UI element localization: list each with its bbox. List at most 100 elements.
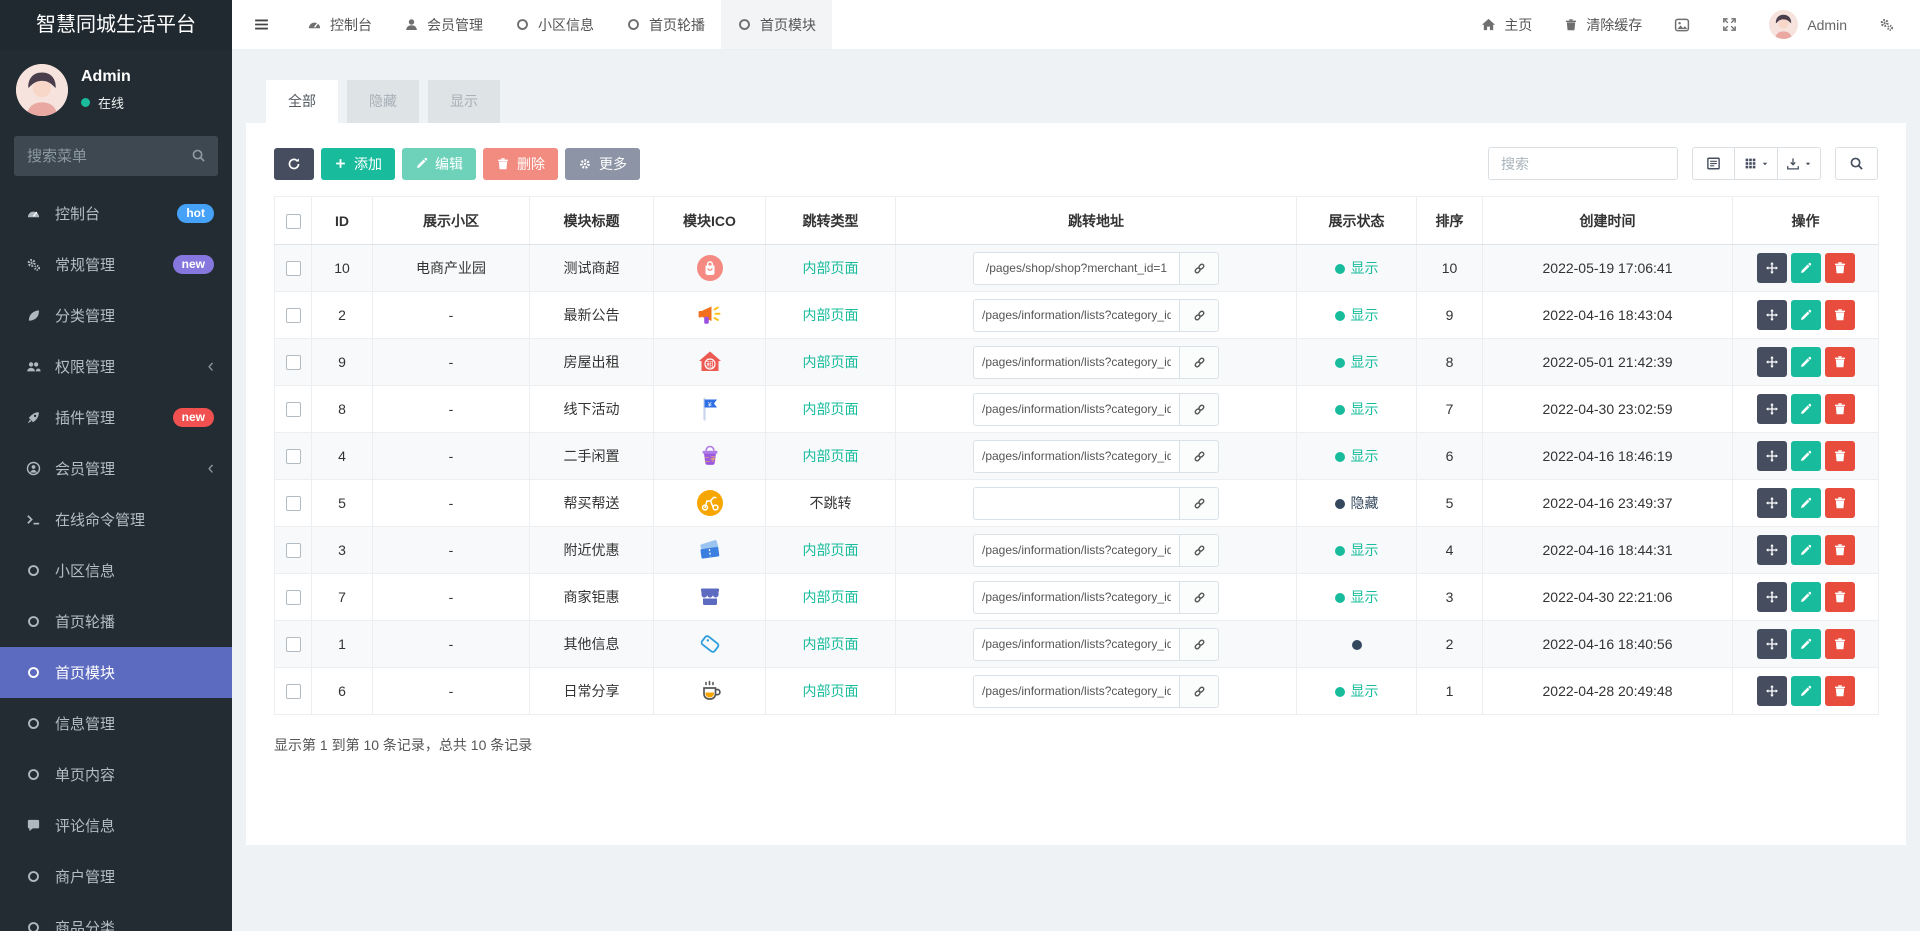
link-button[interactable] xyxy=(1179,392,1219,426)
row-delete-button[interactable] xyxy=(1824,629,1855,659)
sidebar-item[interactable]: 首页模块 xyxy=(0,647,232,698)
sidebar-item[interactable]: 单页内容 xyxy=(0,749,232,800)
column-header[interactable]: 模块标题 xyxy=(529,196,654,245)
move-button[interactable] xyxy=(1756,253,1787,283)
status-badge[interactable]: 隐藏 xyxy=(1334,495,1379,511)
link-button[interactable] xyxy=(1179,298,1219,332)
sidebar-item[interactable]: 控制台 hot xyxy=(0,188,232,239)
status-badge[interactable]: 显示 xyxy=(1334,307,1379,323)
topbar-user-menu[interactable]: Admin xyxy=(1753,0,1863,49)
link-button[interactable] xyxy=(1179,580,1219,614)
column-header[interactable]: 操作 xyxy=(1732,196,1879,245)
sidebar-item[interactable]: 常规管理 new xyxy=(0,239,232,290)
delete-button[interactable]: 删除 xyxy=(483,147,558,180)
link-button[interactable] xyxy=(1179,533,1219,567)
row-delete-button[interactable] xyxy=(1824,253,1855,283)
row-checkbox[interactable] xyxy=(285,543,301,559)
move-button[interactable] xyxy=(1756,300,1787,330)
status-badge[interactable]: 显示 xyxy=(1334,542,1379,558)
sidebar-item[interactable]: 评论信息 xyxy=(0,800,232,851)
column-header[interactable]: 排序 xyxy=(1416,196,1483,245)
language-button[interactable] xyxy=(1658,0,1706,49)
column-header[interactable]: 创建时间 xyxy=(1482,196,1733,245)
move-button[interactable] xyxy=(1756,488,1787,518)
filter-tab[interactable]: 显示 xyxy=(428,80,500,123)
row-edit-button[interactable] xyxy=(1790,629,1821,659)
row-delete-button[interactable] xyxy=(1824,535,1855,565)
row-edit-button[interactable] xyxy=(1790,347,1821,377)
home-link[interactable]: 主页 xyxy=(1465,0,1548,49)
sidebar-item[interactable]: 分类管理 xyxy=(0,290,232,341)
refresh-button[interactable] xyxy=(274,147,314,180)
status-badge[interactable]: 显示 xyxy=(1334,354,1379,370)
sidebar-item[interactable]: 小区信息 xyxy=(0,545,232,596)
sidebar-item[interactable]: 在线命令管理 xyxy=(0,494,232,545)
table-search-button[interactable] xyxy=(1835,147,1878,180)
clear-cache-button[interactable]: 清除缓存 xyxy=(1548,0,1658,49)
jump-url-input[interactable] xyxy=(973,439,1179,473)
move-button[interactable] xyxy=(1756,582,1787,612)
row-delete-button[interactable] xyxy=(1824,488,1855,518)
jump-url-input[interactable] xyxy=(973,580,1179,614)
more-button[interactable]: 更多 xyxy=(565,147,640,180)
move-button[interactable] xyxy=(1756,441,1787,471)
settings-button[interactable] xyxy=(1863,0,1910,49)
row-edit-button[interactable] xyxy=(1790,441,1821,471)
menu-toggle-icon[interactable] xyxy=(232,0,291,49)
status-badge[interactable]: 显示 xyxy=(1334,260,1379,276)
column-header[interactable]: 跳转地址 xyxy=(895,196,1297,245)
status-badge[interactable]: 显示 xyxy=(1334,401,1379,417)
detail-view-button[interactable] xyxy=(1692,147,1735,180)
topbar-tab[interactable]: 控制台 xyxy=(291,0,388,49)
row-checkbox[interactable] xyxy=(285,684,301,700)
move-button[interactable] xyxy=(1756,347,1787,377)
sidebar-search-input[interactable] xyxy=(14,136,218,176)
row-edit-button[interactable] xyxy=(1790,488,1821,518)
link-button[interactable] xyxy=(1179,627,1219,661)
sidebar-item[interactable]: 商品分类 xyxy=(0,902,232,931)
row-delete-button[interactable] xyxy=(1824,394,1855,424)
link-button[interactable] xyxy=(1179,439,1219,473)
jump-url-input[interactable] xyxy=(973,298,1179,332)
sidebar-item[interactable]: 插件管理 new xyxy=(0,392,232,443)
status-badge[interactable]: 显示 xyxy=(1334,448,1379,464)
export-button[interactable] xyxy=(1778,147,1821,180)
row-checkbox[interactable] xyxy=(285,355,301,371)
add-button[interactable]: 添加 xyxy=(321,147,395,180)
row-checkbox[interactable] xyxy=(285,637,301,653)
row-delete-button[interactable] xyxy=(1824,347,1855,377)
topbar-tab[interactable]: 首页模块 xyxy=(721,0,832,49)
link-button[interactable] xyxy=(1179,486,1219,520)
link-button[interactable] xyxy=(1179,345,1219,379)
status-badge[interactable]: 显示 xyxy=(1334,683,1379,699)
move-button[interactable] xyxy=(1756,535,1787,565)
link-button[interactable] xyxy=(1179,251,1219,285)
sidebar-item[interactable]: 信息管理 xyxy=(0,698,232,749)
jump-url-input[interactable] xyxy=(973,533,1179,567)
row-edit-button[interactable] xyxy=(1790,253,1821,283)
row-delete-button[interactable] xyxy=(1824,676,1855,706)
row-delete-button[interactable] xyxy=(1824,300,1855,330)
jump-url-input[interactable] xyxy=(973,345,1179,379)
jump-url-input[interactable] xyxy=(973,486,1179,520)
sidebar-item[interactable]: 权限管理 ‹ xyxy=(0,341,232,392)
status-badge[interactable] xyxy=(1351,636,1362,652)
move-button[interactable] xyxy=(1756,676,1787,706)
row-checkbox[interactable] xyxy=(285,261,301,277)
select-all-checkbox[interactable] xyxy=(285,213,301,229)
jump-url-input[interactable] xyxy=(973,674,1179,708)
row-checkbox[interactable] xyxy=(285,402,301,418)
filter-tab[interactable]: 隐藏 xyxy=(347,80,419,123)
row-delete-button[interactable] xyxy=(1824,441,1855,471)
move-button[interactable] xyxy=(1756,394,1787,424)
row-edit-button[interactable] xyxy=(1790,535,1821,565)
topbar-tab[interactable]: 小区信息 xyxy=(499,0,610,49)
column-header[interactable]: 模块ICO xyxy=(653,196,766,245)
edit-button[interactable]: 编辑 xyxy=(402,147,476,180)
row-checkbox[interactable] xyxy=(285,308,301,324)
columns-button[interactable] xyxy=(1735,147,1778,180)
row-edit-button[interactable] xyxy=(1790,676,1821,706)
row-checkbox[interactable] xyxy=(285,496,301,512)
topbar-tab[interactable]: 会员管理 xyxy=(388,0,499,49)
row-edit-button[interactable] xyxy=(1790,300,1821,330)
